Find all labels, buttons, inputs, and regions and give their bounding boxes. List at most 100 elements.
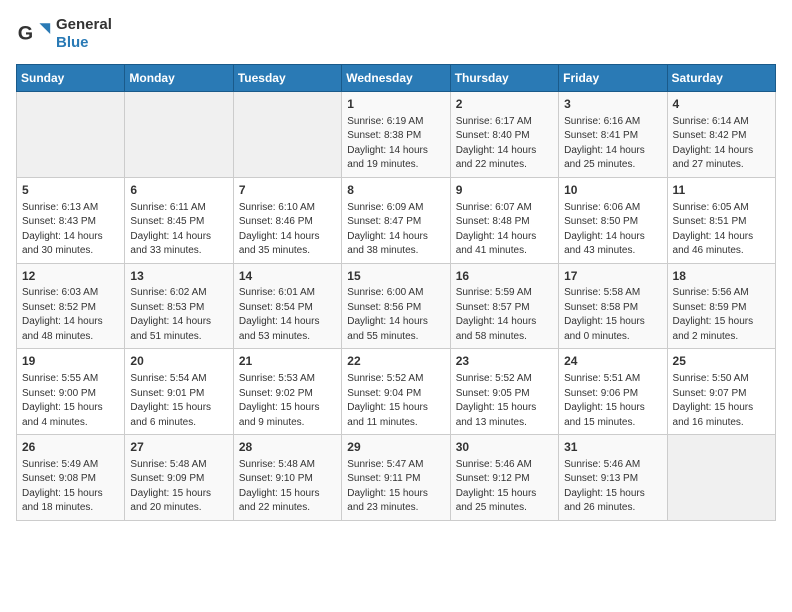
day-cell: 30 Sunrise: 5:46 AM Sunset: 9:12 PM Dayli… <box>450 435 558 521</box>
day-number: 10 <box>564 182 661 199</box>
day-info: Sunrise: 5:47 AM Sunset: 9:11 PM Dayligh… <box>347 458 444 516</box>
day-info: Sunrise: 6:02 AM Sunset: 8:53 PM Dayligh… <box>130 286 227 344</box>
day-number: 4 <box>673 96 770 113</box>
day-number: 1 <box>347 96 444 113</box>
day-cell: 14Sunrise: 6:01 AM Sunset: 8:54 PM Dayli… <box>233 263 341 349</box>
day-cell: 22Sunrise: 5:52 AM Sunset: 9:04 PM Dayli… <box>342 349 450 435</box>
day-cell: 12Sunrise: 6:03 AM Sunset: 8:52 PM Dayli… <box>17 263 125 349</box>
header-sunday: Sunday <box>17 65 125 92</box>
day-number: 21 <box>239 353 336 370</box>
day-cell: 26 Sunrise: 5:49 AM Sunset: 9:08 PM Dayli… <box>17 435 125 521</box>
day-info: Sunrise: 5:54 AM Sunset: 9:01 PM Dayligh… <box>130 372 227 430</box>
day-cell: 17Sunrise: 5:58 AM Sunset: 8:58 PM Dayli… <box>559 263 667 349</box>
day-cell: 11 Sunrise: 6:05 AM Sunset: 8:51 PM Dayli… <box>667 177 775 263</box>
day-info: Sunrise: 5:58 AM Sunset: 8:58 PM Dayligh… <box>564 286 661 344</box>
day-cell: 4 Sunrise: 6:14 AM Sunset: 8:42 PM Daylig… <box>667 92 775 178</box>
day-info: Sunrise: 5:50 AM Sunset: 9:07 PM Dayligh… <box>673 372 770 430</box>
header-thursday: Thursday <box>450 65 558 92</box>
day-number: 19 <box>22 353 119 370</box>
day-cell: 2 Sunrise: 6:17 AM Sunset: 8:40 PM Daylig… <box>450 92 558 178</box>
day-cell: 1 Sunrise: 6:19 AM Sunset: 8:38 PM Daylig… <box>342 92 450 178</box>
day-number: 27 <box>130 439 227 456</box>
day-info: Sunrise: 6:00 AM Sunset: 8:56 PM Dayligh… <box>347 286 444 344</box>
day-number: 7 <box>239 182 336 199</box>
day-info: Sunrise: 6:06 AM Sunset: 8:50 PM Dayligh… <box>564 201 661 259</box>
day-number: 31 <box>564 439 661 456</box>
day-number: 8 <box>347 182 444 199</box>
day-number: 5 <box>22 182 119 199</box>
svg-text:G: G <box>18 22 33 44</box>
header-row: SundayMondayTuesdayWednesdayThursdayFrid… <box>17 65 776 92</box>
day-number: 28 <box>239 439 336 456</box>
day-cell: 6 Sunrise: 6:11 AM Sunset: 8:45 PM Daylig… <box>125 177 233 263</box>
day-info: Sunrise: 5:55 AM Sunset: 9:00 PM Dayligh… <box>22 372 119 430</box>
day-cell: 21 Sunrise: 5:53 AM Sunset: 9:02 PM Dayli… <box>233 349 341 435</box>
day-info: Sunrise: 6:05 AM Sunset: 8:51 PM Dayligh… <box>673 201 770 259</box>
day-number: 6 <box>130 182 227 199</box>
day-cell: 8 Sunrise: 6:09 AM Sunset: 8:47 PM Daylig… <box>342 177 450 263</box>
calendar-table: SundayMondayTuesdayWednesdayThursdayFrid… <box>16 64 776 521</box>
day-cell: 18Sunrise: 5:56 AM Sunset: 8:59 PM Dayli… <box>667 263 775 349</box>
day-info: Sunrise: 5:53 AM Sunset: 9:02 PM Dayligh… <box>239 372 336 430</box>
day-info: Sunrise: 6:16 AM Sunset: 8:41 PM Dayligh… <box>564 115 661 173</box>
day-info: Sunrise: 5:46 AM Sunset: 9:12 PM Dayligh… <box>456 458 553 516</box>
day-number: 11 <box>673 182 770 199</box>
day-info: Sunrise: 5:49 AM Sunset: 9:08 PM Dayligh… <box>22 458 119 516</box>
day-number: 23 <box>456 353 553 370</box>
day-info: Sunrise: 6:07 AM Sunset: 8:48 PM Dayligh… <box>456 201 553 259</box>
day-info: Sunrise: 6:01 AM Sunset: 8:54 PM Dayligh… <box>239 286 336 344</box>
day-number: 18 <box>673 268 770 285</box>
header-monday: Monday <box>125 65 233 92</box>
week-row-5: 26 Sunrise: 5:49 AM Sunset: 9:08 PM Dayli… <box>17 435 776 521</box>
day-info: Sunrise: 5:48 AM Sunset: 9:09 PM Dayligh… <box>130 458 227 516</box>
day-number: 26 <box>22 439 119 456</box>
day-number: 29 <box>347 439 444 456</box>
day-info: Sunrise: 5:48 AM Sunset: 9:10 PM Dayligh… <box>239 458 336 516</box>
logo-icon: G <box>16 16 52 52</box>
day-cell <box>233 92 341 178</box>
day-cell: 25 Sunrise: 5:50 AM Sunset: 9:07 PM Dayli… <box>667 349 775 435</box>
day-cell: 23 Sunrise: 5:52 AM Sunset: 9:05 PM Dayli… <box>450 349 558 435</box>
day-cell: 28 Sunrise: 5:48 AM Sunset: 9:10 PM Dayli… <box>233 435 341 521</box>
day-info: Sunrise: 6:03 AM Sunset: 8:52 PM Dayligh… <box>22 286 119 344</box>
day-info: Sunrise: 6:17 AM Sunset: 8:40 PM Dayligh… <box>456 115 553 173</box>
day-number: 22 <box>347 353 444 370</box>
day-number: 13 <box>130 268 227 285</box>
day-cell: 27 Sunrise: 5:48 AM Sunset: 9:09 PM Dayli… <box>125 435 233 521</box>
day-info: Sunrise: 6:09 AM Sunset: 8:47 PM Dayligh… <box>347 201 444 259</box>
logo-text: General Blue <box>56 16 112 52</box>
day-info: Sunrise: 5:52 AM Sunset: 9:05 PM Dayligh… <box>456 372 553 430</box>
day-cell <box>667 435 775 521</box>
day-cell: 10 Sunrise: 6:06 AM Sunset: 8:50 PM Dayli… <box>559 177 667 263</box>
day-number: 15 <box>347 268 444 285</box>
week-row-4: 19 Sunrise: 5:55 AM Sunset: 9:00 PM Dayli… <box>17 349 776 435</box>
day-info: Sunrise: 6:14 AM Sunset: 8:42 PM Dayligh… <box>673 115 770 173</box>
week-row-3: 12Sunrise: 6:03 AM Sunset: 8:52 PM Dayli… <box>17 263 776 349</box>
header-wednesday: Wednesday <box>342 65 450 92</box>
day-info: Sunrise: 5:46 AM Sunset: 9:13 PM Dayligh… <box>564 458 661 516</box>
header-saturday: Saturday <box>667 65 775 92</box>
day-info: Sunrise: 5:59 AM Sunset: 8:57 PM Dayligh… <box>456 286 553 344</box>
day-number: 30 <box>456 439 553 456</box>
day-number: 20 <box>130 353 227 370</box>
header-friday: Friday <box>559 65 667 92</box>
day-cell: 5Sunrise: 6:13 AM Sunset: 8:43 PM Daylig… <box>17 177 125 263</box>
week-row-2: 5Sunrise: 6:13 AM Sunset: 8:43 PM Daylig… <box>17 177 776 263</box>
day-number: 25 <box>673 353 770 370</box>
day-cell: 13Sunrise: 6:02 AM Sunset: 8:53 PM Dayli… <box>125 263 233 349</box>
day-info: Sunrise: 6:11 AM Sunset: 8:45 PM Dayligh… <box>130 201 227 259</box>
day-number: 24 <box>564 353 661 370</box>
day-cell: 7 Sunrise: 6:10 AM Sunset: 8:46 PM Daylig… <box>233 177 341 263</box>
week-row-1: 1 Sunrise: 6:19 AM Sunset: 8:38 PM Daylig… <box>17 92 776 178</box>
day-cell: 19 Sunrise: 5:55 AM Sunset: 9:00 PM Dayli… <box>17 349 125 435</box>
day-number: 2 <box>456 96 553 113</box>
day-info: Sunrise: 6:19 AM Sunset: 8:38 PM Dayligh… <box>347 115 444 173</box>
day-cell: 15Sunrise: 6:00 AM Sunset: 8:56 PM Dayli… <box>342 263 450 349</box>
day-cell <box>125 92 233 178</box>
day-info: Sunrise: 5:56 AM Sunset: 8:59 PM Dayligh… <box>673 286 770 344</box>
day-number: 16 <box>456 268 553 285</box>
day-cell: 3Sunrise: 6:16 AM Sunset: 8:41 PM Daylig… <box>559 92 667 178</box>
day-info: Sunrise: 6:10 AM Sunset: 8:46 PM Dayligh… <box>239 201 336 259</box>
day-cell: 9Sunrise: 6:07 AM Sunset: 8:48 PM Daylig… <box>450 177 558 263</box>
header-tuesday: Tuesday <box>233 65 341 92</box>
